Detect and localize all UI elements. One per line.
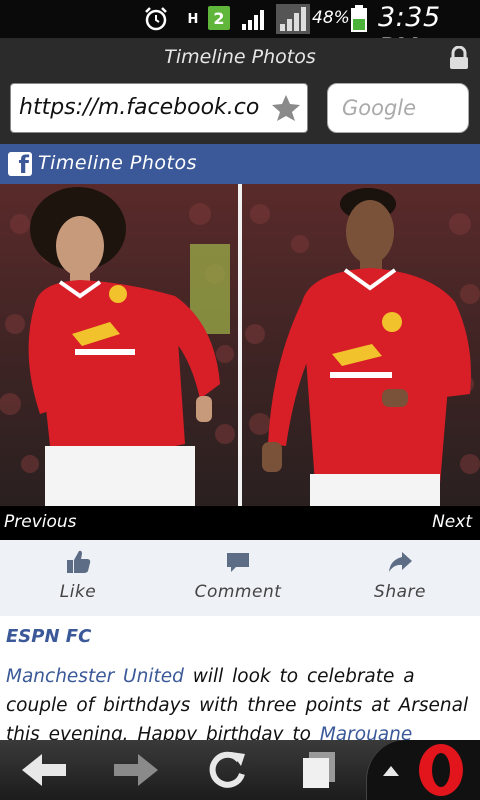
battery-icon bbox=[350, 5, 368, 32]
reload-button[interactable] bbox=[196, 740, 258, 800]
signal-icon bbox=[240, 6, 270, 32]
share-label: Share bbox=[374, 582, 426, 602]
lock-icon[interactable] bbox=[448, 45, 470, 70]
share-icon bbox=[389, 552, 412, 572]
forward-arrow-icon bbox=[114, 754, 158, 786]
sim-slot: 2 bbox=[213, 8, 225, 28]
mention-manchester-united[interactable]: Manchester United bbox=[6, 666, 184, 687]
post-text: Manchester United will look to celebrate… bbox=[6, 662, 476, 740]
opera-menu-button[interactable] bbox=[366, 740, 480, 800]
signal-icon-2 bbox=[276, 4, 310, 34]
reload-icon bbox=[209, 751, 245, 788]
tabs-icon bbox=[303, 752, 335, 788]
comment-label: Comment bbox=[194, 582, 282, 602]
sim-icon: 2 bbox=[208, 6, 230, 30]
post-author[interactable]: ESPN FC bbox=[6, 626, 91, 647]
next-photo-link[interactable]: Next bbox=[432, 512, 472, 532]
post-content: ESPN FC Manchester United will look to c… bbox=[0, 616, 480, 740]
data-arrows-icon: H bbox=[184, 6, 202, 32]
share-button[interactable]: Share bbox=[330, 548, 470, 612]
url-text[interactable]: https://m.facebook.co bbox=[19, 95, 269, 120]
comment-icon bbox=[227, 553, 249, 572]
browser-toolbar bbox=[0, 740, 480, 800]
network-type: H bbox=[187, 11, 199, 27]
battery-percent: 48% bbox=[312, 8, 350, 28]
like-icon bbox=[67, 550, 91, 573]
status-bar: H 2 48% 3:35 PM bbox=[0, 0, 480, 64]
facebook-header-title: Timeline Photos bbox=[38, 152, 198, 174]
alarm-icon bbox=[143, 6, 169, 32]
back-button[interactable] bbox=[14, 740, 76, 800]
facebook-logo-letter: f bbox=[18, 151, 29, 179]
like-label: Like bbox=[59, 582, 97, 602]
forward-button[interactable] bbox=[104, 740, 166, 800]
url-field[interactable]: https://m.facebook.co bbox=[10, 83, 308, 133]
search-placeholder[interactable]: Google bbox=[342, 96, 416, 120]
page-title: Timeline Photos bbox=[164, 46, 316, 68]
facebook-header: f Timeline Photos bbox=[0, 144, 480, 184]
address-bar-row: https://m.facebook.co Google bbox=[0, 80, 480, 144]
comment-button[interactable]: Comment bbox=[168, 548, 308, 612]
bookmark-star-icon[interactable] bbox=[271, 93, 301, 123]
tabs-button[interactable] bbox=[288, 740, 350, 800]
browser-title-bar: Timeline Photos bbox=[0, 38, 480, 80]
search-field[interactable]: Google bbox=[327, 83, 469, 133]
facebook-logo-icon[interactable]: f bbox=[8, 151, 32, 179]
timeline-photo[interactable] bbox=[0, 184, 480, 506]
previous-photo-link[interactable]: Previous bbox=[4, 512, 77, 532]
opera-logo-icon bbox=[382, 744, 463, 796]
photo-nav-row: Previous Next bbox=[0, 506, 480, 540]
post-actions: Like Comment Share bbox=[0, 540, 480, 616]
like-button[interactable]: Like bbox=[8, 548, 148, 612]
back-arrow-icon bbox=[22, 754, 66, 786]
